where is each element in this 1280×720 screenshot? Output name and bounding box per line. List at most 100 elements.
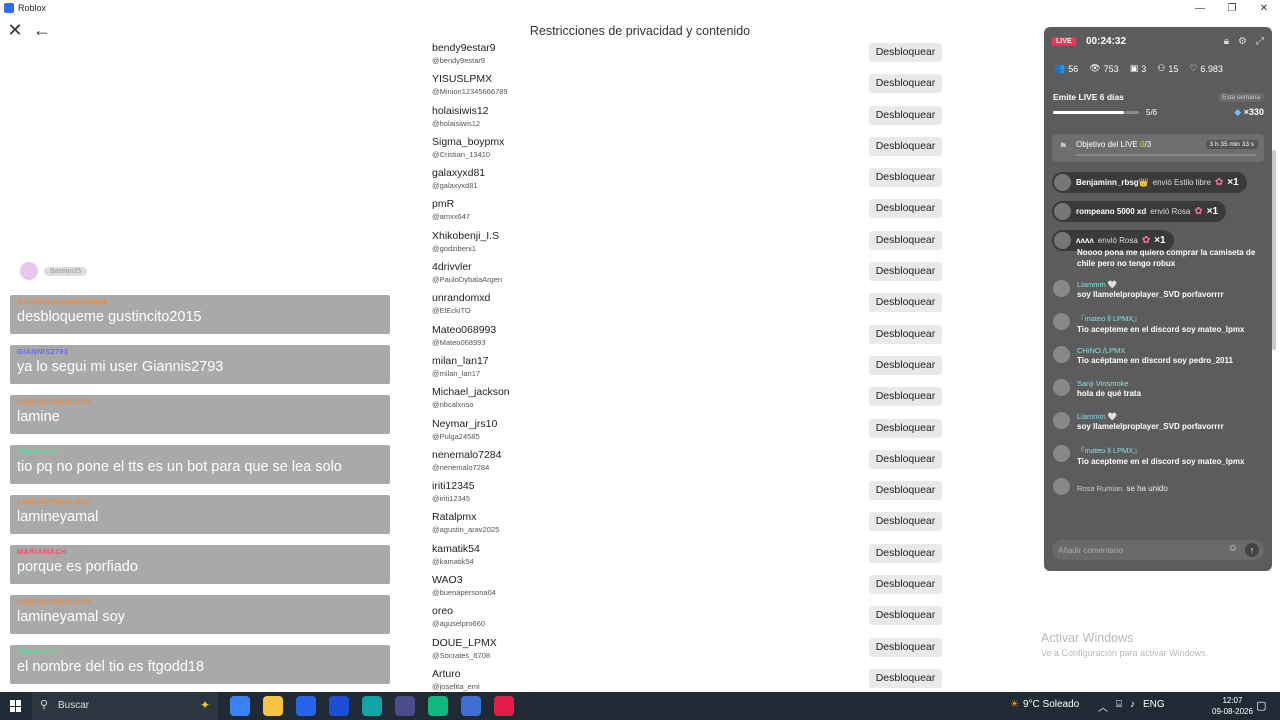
close-window-button[interactable]: ✕ — [1248, 0, 1280, 16]
blocked-user-row: Sigma_boypmx @Cristian_13410 Desbloquear — [432, 134, 944, 165]
rose-gift-icon: ✿ — [1141, 235, 1151, 246]
gift-sender: ʌʌʌʌ — [1076, 236, 1094, 245]
windows-start-icon[interactable] — [10, 700, 22, 712]
comment-input-bar[interactable]: ☺ ↑ — [1052, 540, 1264, 560]
unblock-button[interactable]: Desbloquear — [869, 418, 942, 438]
comment-input[interactable] — [1058, 542, 1218, 558]
widgets-app-icon[interactable] — [230, 696, 250, 716]
gift-count: ×1 — [1206, 206, 1219, 217]
roblox-taskbar-icon[interactable] — [461, 696, 481, 716]
unblock-button[interactable]: Desbloquear — [869, 575, 942, 595]
live-goal[interactable]: ⚑ Objetivo del LIVE 0/3 3 h 35 min 33 s — [1052, 134, 1264, 162]
live-badge: LIVE — [1052, 37, 1076, 46]
gift-action: envió Rosa — [1150, 207, 1191, 216]
chat-username: TOYOTA520 — [17, 647, 63, 656]
chat-username: TOYOTA520 — [17, 447, 63, 456]
username: @nenemalo7284 — [432, 462, 490, 472]
username: @Mateo068993 — [432, 337, 486, 347]
taskbar-apps — [230, 696, 514, 716]
expand-icon[interactable]: ⤢ — [1256, 36, 1264, 47]
chevron-up-icon[interactable]: ︿ — [1098, 699, 1108, 714]
live-comment: 『mateo ll LPMX』 Tio acepteme en el discor… — [1053, 313, 1265, 337]
clock[interactable]: 12:07 09-08-2026 — [1212, 695, 1253, 717]
system-tray[interactable]: ︿ ⌸ ♪ ENG — [1098, 699, 1165, 714]
diamond-icon: ◆ — [1234, 107, 1242, 117]
volume-icon[interactable]: ♪ — [1130, 699, 1135, 714]
unblock-button[interactable]: Desbloquear — [869, 355, 942, 375]
chat-text: el nombre del tio es ftgodd18 — [17, 659, 205, 675]
scrollbar[interactable] — [1271, 40, 1277, 688]
app-green-icon[interactable] — [428, 696, 448, 716]
username: @josefita_emi — [432, 681, 480, 691]
unblock-button[interactable]: Desbloquear — [869, 74, 942, 94]
unblock-button[interactable]: Desbloquear — [869, 136, 942, 156]
chat-username: MARIAMACH — [17, 547, 67, 556]
roblox-app-icon — [4, 3, 14, 13]
unblock-button[interactable]: Desbloquear — [869, 387, 942, 407]
unblock-button[interactable]: Desbloquear — [869, 293, 942, 313]
taskbar-search[interactable]: ⚲ Buscar ✦ — [32, 692, 218, 720]
obs-icon[interactable] — [395, 696, 415, 716]
comment-text: hola de qué trata — [1077, 389, 1142, 398]
unblock-button[interactable]: Desbloquear — [869, 168, 942, 188]
blocked-user-row: Michael_jackson @nbcalxnso Desbloquear — [432, 384, 944, 415]
live-stat: ▣ 3 — [1130, 63, 1147, 74]
display-name: kamatik54 — [432, 542, 480, 555]
windows-activation-watermark: Activar Windows Ve a Configuración para … — [1041, 631, 1208, 658]
chat-username: GIANNIS2793 — [17, 347, 69, 356]
unblock-button[interactable]: Desbloquear — [869, 43, 942, 62]
send-button[interactable]: ↑ — [1245, 543, 1259, 557]
blocked-user-row: 4drivvler @PauloDybalaArgen Desbloquear — [432, 259, 944, 290]
clock-date: 09-08-2026 — [1212, 707, 1253, 716]
comment-author: Liammm 🤍 — [1077, 412, 1118, 421]
display-name: milan_lan17 — [432, 354, 489, 367]
notification-icon[interactable]: ▢ — [1256, 699, 1266, 712]
eye-icon: 👁 — [1089, 63, 1101, 73]
live-comment: CHiNO:/LPMX Tio acéptame en discord soy p… — [1053, 346, 1265, 370]
mail-icon[interactable] — [329, 696, 349, 716]
unblock-button[interactable]: Desbloquear — [869, 262, 942, 282]
display-name: 4drivvler — [432, 261, 472, 274]
display-name: Xhikobenji_I.S — [432, 229, 500, 242]
language[interactable]: ENG — [1143, 699, 1165, 714]
maximize-button[interactable]: ❐ — [1216, 0, 1248, 16]
join-notice: Rosa Rumian se ha unido — [1053, 478, 1265, 502]
avatar — [1053, 346, 1070, 363]
unblock-button[interactable]: Desbloquear — [869, 637, 942, 657]
unblock-button[interactable]: Desbloquear — [869, 449, 942, 469]
close-icon[interactable]: ✕ — [6, 19, 24, 41]
settings-icon[interactable]: ⚙︎ — [1238, 36, 1247, 47]
weather-widget[interactable]: ☀ 9°C Soleado — [1010, 699, 1079, 710]
tiktok-live-panel: LIVE 00:24:32 🔒︎ ⚙︎ ⤢ 👥 56 👁 753 ▣ 3 ⚇ 15 ♡ 6.983… — [1044, 27, 1272, 571]
file-explorer-icon[interactable] — [263, 696, 283, 716]
unblock-button[interactable]: Desbloquear — [869, 512, 942, 532]
comment-text: Tio acepteme en el discord soy mateo_lpm… — [1077, 457, 1245, 466]
rose-gift-icon: ✿ — [1194, 206, 1203, 217]
chat-username: LAMINEYAMALSOY — [17, 597, 92, 606]
tiktok-live-icon[interactable] — [494, 696, 514, 716]
unblock-button[interactable]: Desbloquear — [869, 105, 942, 125]
live-stat: ⚇ 15 — [1157, 63, 1178, 74]
unblock-button[interactable]: Desbloquear — [869, 606, 942, 626]
emoji-icon[interactable]: ☺ — [1228, 543, 1238, 554]
back-arrow-icon[interactable]: ← — [33, 19, 51, 41]
display-name: Neymar_jrs10 — [432, 417, 498, 430]
unblock-button[interactable]: Desbloquear — [869, 543, 942, 563]
display-name: pmR — [432, 198, 455, 211]
network-icon[interactable]: ⌸ — [1116, 699, 1122, 714]
unblock-button[interactable]: Desbloquear — [869, 230, 942, 250]
minimize-button[interactable]: — — [1184, 0, 1216, 16]
lock-icon[interactable]: 🔒︎ — [1224, 36, 1229, 47]
unblock-button[interactable]: Desbloquear — [869, 668, 942, 688]
comment-text: Tio acepteme en el discord soy mateo_lpm… — [1077, 325, 1245, 334]
gift-sender: rompeano 5000 xd — [1076, 207, 1147, 216]
store-icon[interactable] — [296, 696, 316, 716]
avatar — [1054, 174, 1071, 191]
live-comment-partial: Noooo pona me quiero comprar la camiseta… — [1053, 247, 1265, 271]
live-stat: 👁 753 — [1089, 63, 1118, 74]
unblock-button[interactable]: Desbloquear — [869, 324, 942, 344]
unblock-button[interactable]: Desbloquear — [869, 481, 942, 501]
unblock-button[interactable]: Desbloquear — [869, 199, 942, 219]
chat-username: AGUSTINBRUNAYAMAL — [17, 297, 109, 306]
edge-icon[interactable] — [362, 696, 382, 716]
